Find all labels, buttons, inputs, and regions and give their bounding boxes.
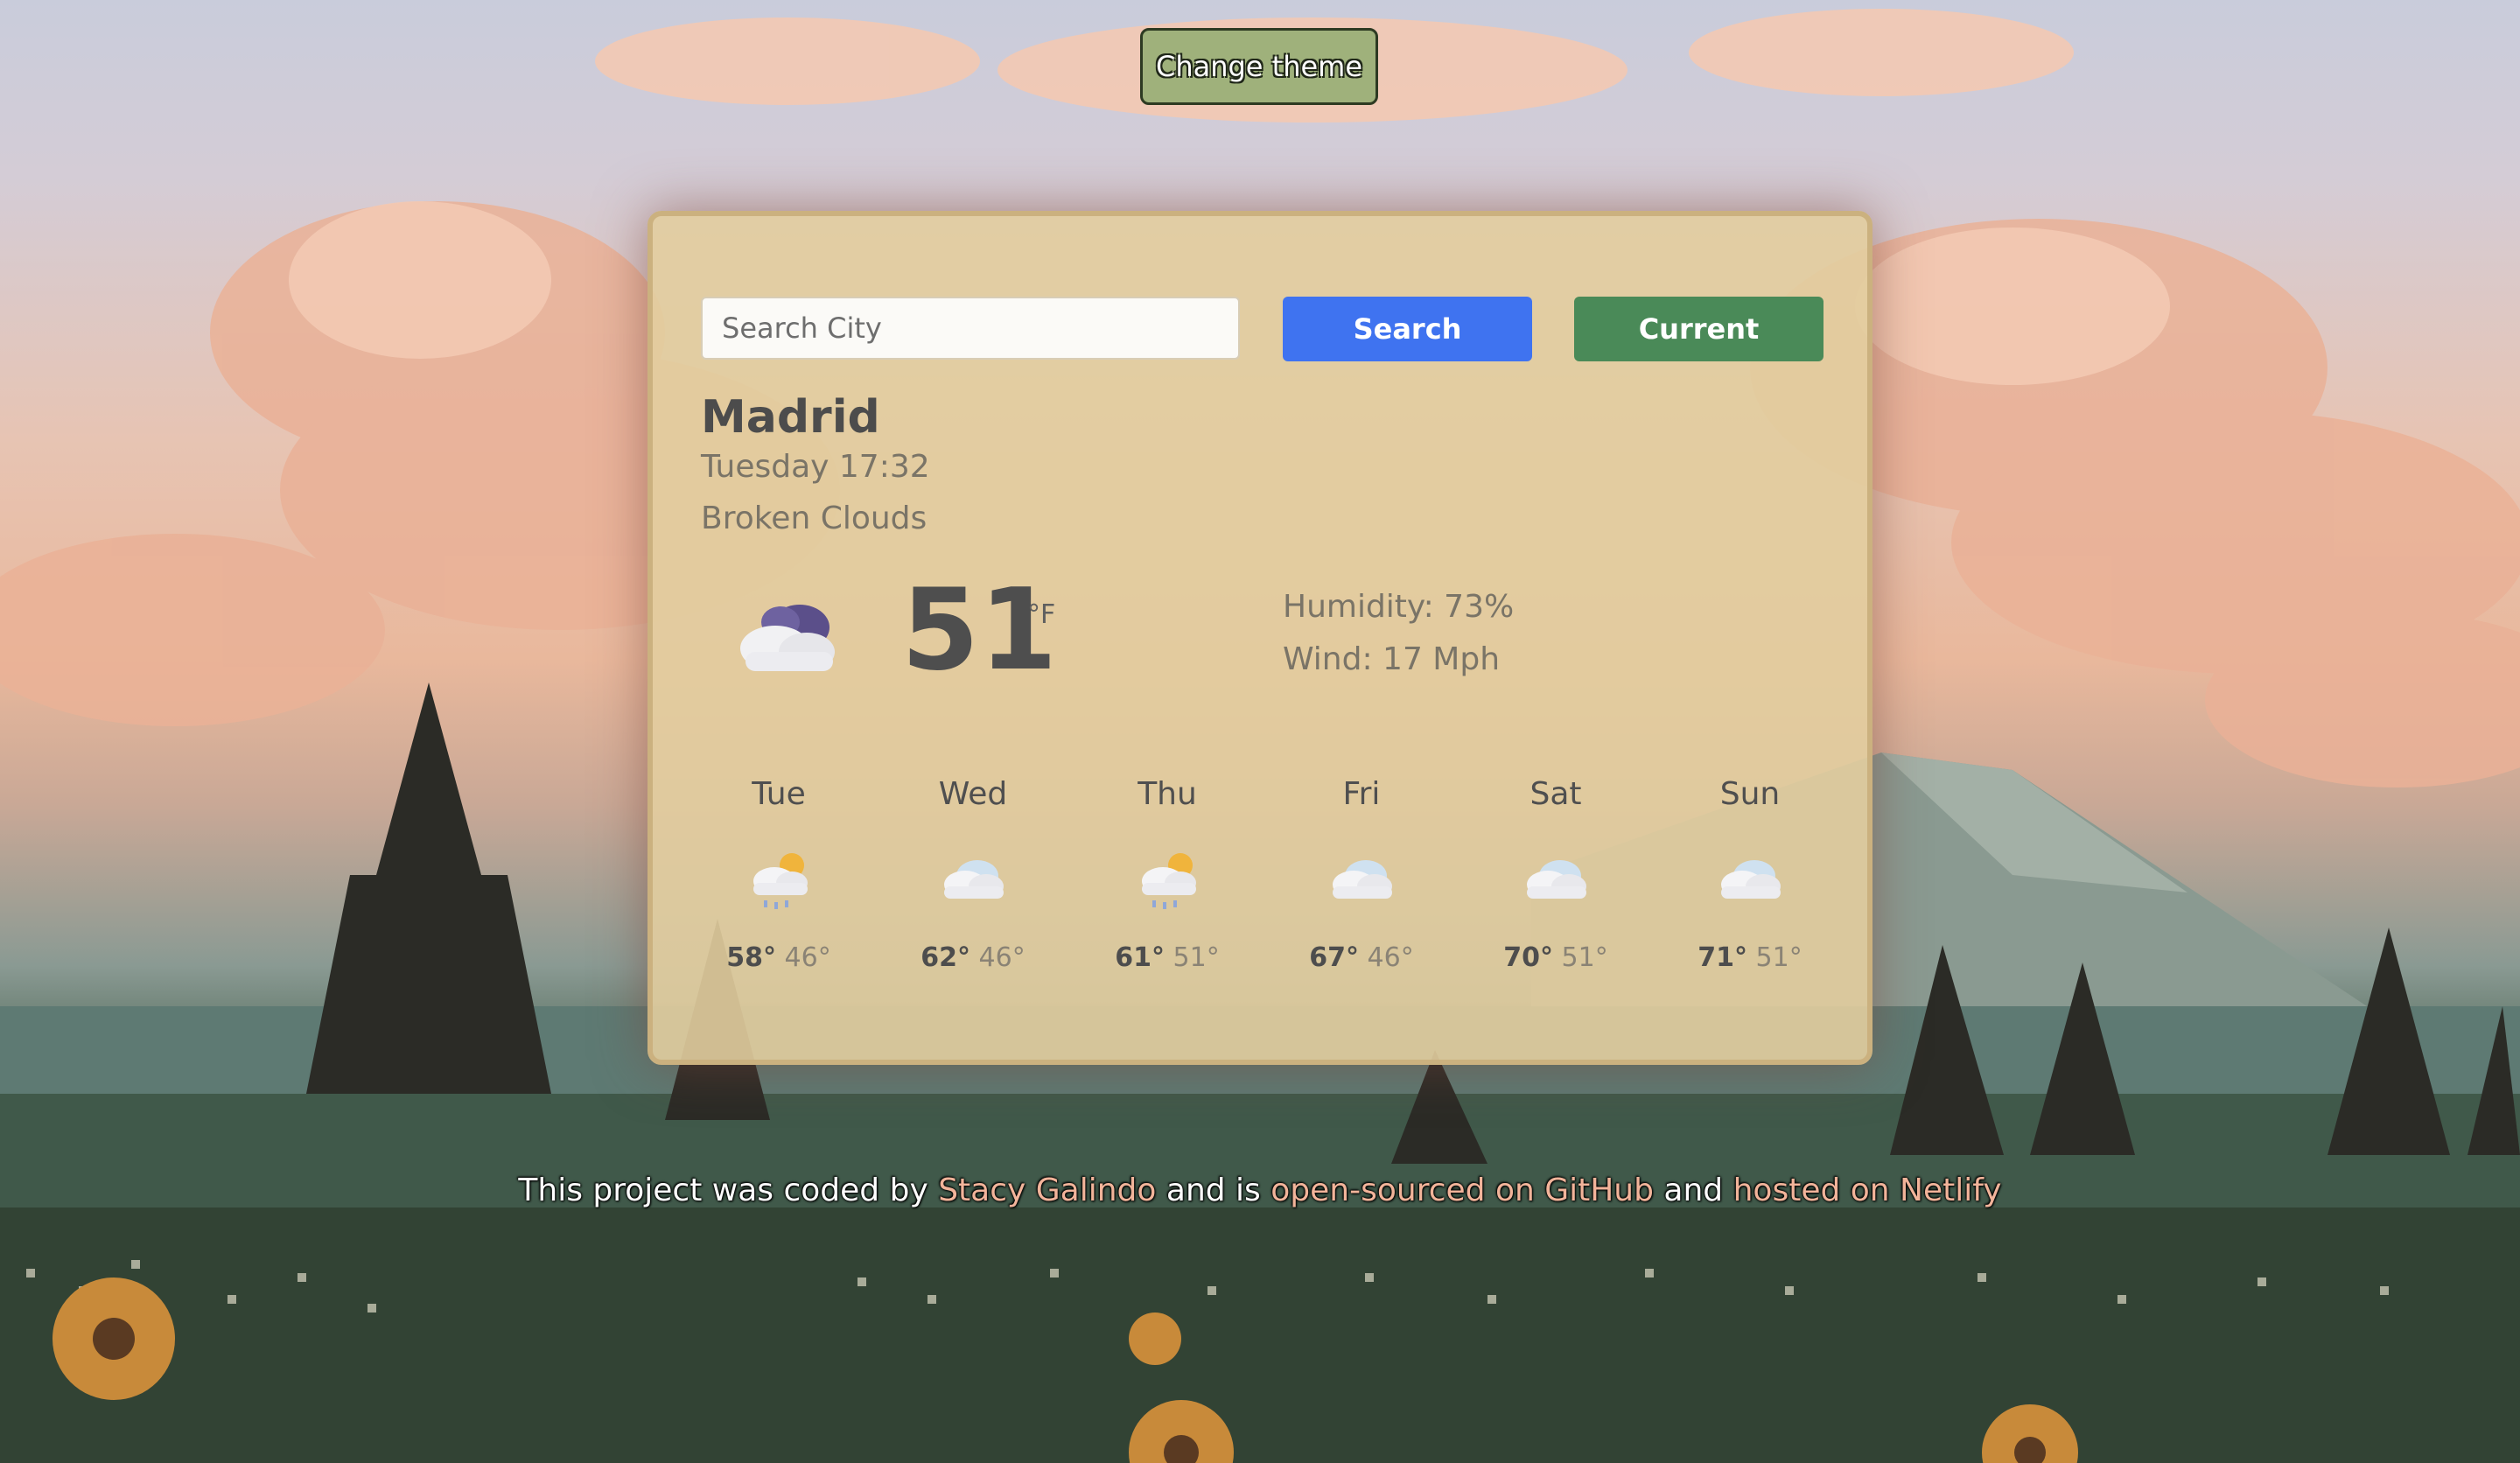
forecast-day: Thu 61° 51°	[1088, 776, 1246, 973]
footer-text: This project was coded by	[518, 1172, 939, 1208]
forecast-temps: 70° 51°	[1503, 942, 1608, 973]
cloud-icon	[1527, 860, 1586, 899]
forecast-temps: 71° 51°	[1698, 942, 1802, 973]
city-name: Madrid	[701, 391, 880, 444]
forecast-day: Sun 71° 51°	[1671, 776, 1829, 973]
search-button[interactable]: Search	[1283, 297, 1532, 361]
cloud-icon	[1333, 860, 1392, 899]
forecast-day-name: Thu	[1138, 776, 1197, 812]
sun-rain-cloud-icon	[753, 853, 808, 909]
cloud-icon	[944, 860, 1004, 899]
forecast-temps: 67° 46°	[1309, 942, 1414, 973]
forecast-day-name: Wed	[938, 776, 1008, 812]
date-time: Tuesday 17:32	[701, 449, 930, 485]
forecast-day: Fri 67° 46°	[1283, 776, 1440, 973]
cloud-icon	[1721, 860, 1781, 899]
forecast-day: Wed 62° 46°	[894, 776, 1052, 973]
forecast-day: Sat 70° 51°	[1477, 776, 1634, 973]
forecast-temps: 58° 46°	[726, 942, 831, 973]
forecast-day-name: Sun	[1719, 776, 1781, 812]
weather-description: Broken Clouds	[701, 500, 928, 536]
current-location-button[interactable]: Current	[1574, 297, 1824, 361]
forecast-day-name: Fri	[1342, 776, 1381, 812]
author-link[interactable]: Stacy Galindo	[938, 1172, 1156, 1208]
netlify-link[interactable]: hosted on Netlify	[1733, 1172, 2002, 1208]
footer-text: and is	[1156, 1172, 1271, 1208]
wind-speed: Wind: 17 Mph	[1283, 641, 1501, 677]
forecast-day-name: Sat	[1530, 776, 1582, 812]
search-city-input[interactable]	[701, 297, 1240, 360]
footer-text: and	[1653, 1172, 1733, 1208]
forecast-temps: 61° 51°	[1115, 942, 1220, 973]
current-temperature: 51	[901, 565, 1058, 696]
humidity: Humidity: 73%	[1283, 589, 1515, 625]
page-background: Change theme Search Current Madrid Tuesd…	[0, 0, 2520, 1463]
change-theme-button[interactable]: Change theme	[1140, 28, 1378, 105]
github-link[interactable]: open-sourced on GitHub	[1270, 1172, 1654, 1208]
forecast-day-name: Tue	[752, 776, 806, 812]
broken-clouds-icon	[740, 605, 835, 671]
sun-rain-cloud-icon	[1142, 853, 1196, 909]
forecast-temps: 62° 46°	[920, 942, 1026, 973]
weather-card: Search Current Madrid Tuesday 17:32 Brok…	[648, 211, 1872, 1065]
footer: This project was coded by Stacy Galindo …	[0, 1172, 2520, 1208]
forecast-day: Tue 58° 46°	[700, 776, 858, 973]
temperature-unit: °F	[1027, 599, 1056, 630]
